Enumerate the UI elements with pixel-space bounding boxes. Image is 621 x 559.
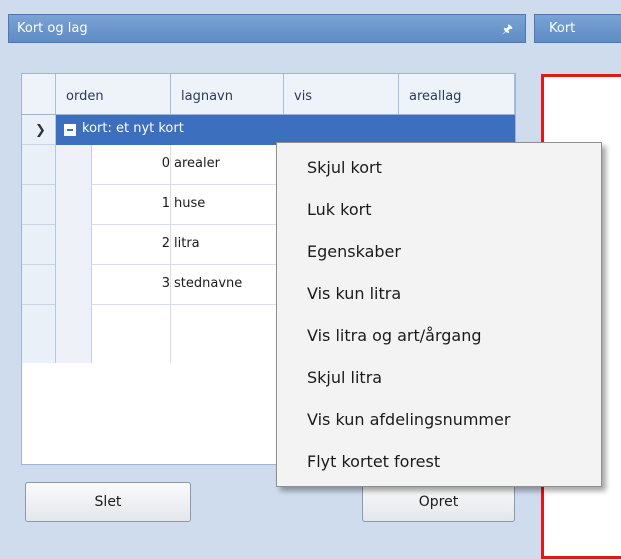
menu-item-close-map[interactable]: Luk kort xyxy=(307,200,371,219)
menu-item-show-department-number[interactable]: Vis kun afdelingsnummer xyxy=(307,410,510,429)
cell-lagnavn: arealer xyxy=(174,156,220,171)
row-selector-header xyxy=(22,74,56,114)
row-selector xyxy=(22,305,56,363)
column-header-lagnavn[interactable]: lagnavn xyxy=(171,74,284,114)
cell-lagnavn: stednavne xyxy=(174,276,243,291)
group-indent xyxy=(56,145,92,363)
row-selector[interactable] xyxy=(22,265,56,305)
column-header-vis[interactable]: vis xyxy=(284,74,399,114)
delete-button[interactable]: Slet xyxy=(25,482,191,522)
grid-header: orden lagnavn vis areallag xyxy=(22,74,515,115)
panel-title-bar: Kort og lag 🖈 xyxy=(8,14,526,43)
menu-item-hide-litra[interactable]: Skjul litra xyxy=(307,368,382,387)
collapse-icon[interactable] xyxy=(64,124,76,136)
create-button[interactable]: Opret xyxy=(362,482,515,522)
row-selector[interactable] xyxy=(22,225,56,265)
pin-icon[interactable]: 🖈 xyxy=(502,20,513,41)
row-selector[interactable] xyxy=(22,185,56,225)
cell-orden: 1 xyxy=(161,196,170,211)
map-panel-title: Kort xyxy=(549,21,576,36)
cell-orden: 2 xyxy=(161,236,170,251)
column-header-orden[interactable]: orden xyxy=(56,74,171,114)
current-row-arrow-icon: ❯ xyxy=(35,123,46,138)
context-menu: Skjul kort Luk kort Egenskaber Vis kun l… xyxy=(276,142,602,487)
cell-orden: 0 xyxy=(161,156,170,171)
column-header-areallag[interactable]: areallag xyxy=(399,74,515,114)
map-panel-title-bar: Kort xyxy=(534,14,621,43)
panel-title: Kort og lag xyxy=(17,21,88,36)
row-selector[interactable] xyxy=(22,145,56,185)
group-row-label: kort: et nyt kort xyxy=(82,121,184,136)
cell-lagnavn: litra xyxy=(174,236,200,251)
menu-item-show-litra-and-year[interactable]: Vis litra og art/årgang xyxy=(307,326,482,345)
group-row[interactable]: kort: et nyt kort xyxy=(56,115,515,145)
column-divider xyxy=(170,145,171,363)
cell-lagnavn: huse xyxy=(174,196,206,211)
menu-item-hide-map[interactable]: Skjul kort xyxy=(307,158,382,177)
menu-item-show-only-litra[interactable]: Vis kun litra xyxy=(307,284,401,303)
menu-item-bring-map-to-front[interactable]: Flyt kortet forest xyxy=(307,452,440,471)
menu-item-properties[interactable]: Egenskaber xyxy=(307,242,401,261)
cell-orden: 3 xyxy=(161,276,170,291)
